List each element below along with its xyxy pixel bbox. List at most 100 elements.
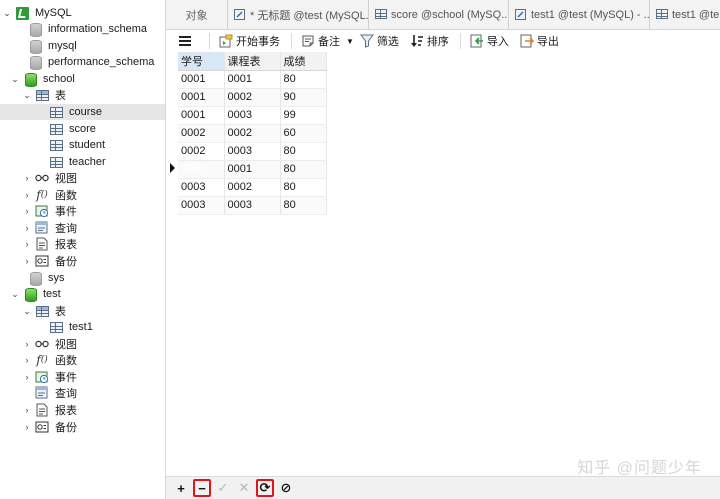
table-cell[interactable]: 0001 — [178, 70, 225, 89]
tree-node-school-views[interactable]: › 视图 — [22, 170, 78, 186]
menu-button[interactable] — [178, 34, 195, 48]
tree-node-mysql-connection[interactable]: ⌄ MySQL — [2, 5, 72, 21]
tree-node-teacher[interactable]: teacher — [49, 154, 106, 170]
begin-transaction-button[interactable]: 开始事务 — [219, 33, 280, 49]
chevron-right-icon[interactable]: › — [22, 170, 32, 186]
tree-node-school-reports[interactable]: › 报表 — [22, 236, 77, 252]
tree-node-test-backups[interactable]: › 备份 — [22, 419, 77, 435]
table-cell[interactable]: 80 — [280, 160, 327, 179]
toolbar-label: 导入 — [486, 36, 509, 48]
export-button[interactable]: 导出 — [520, 33, 559, 49]
table-row[interactable]: 0003 0003 80 — [178, 196, 327, 215]
table-cell[interactable]: 0002 — [178, 142, 225, 161]
table-cell[interactable]: 0002 — [224, 178, 281, 197]
tree-node-school-tables[interactable]: ⌄ 表 — [22, 87, 66, 103]
tree-node-sys[interactable]: sys — [15, 270, 65, 286]
apply-changes-button[interactable]: ✓ — [214, 479, 232, 497]
chevron-down-icon[interactable]: ⌄ — [22, 303, 32, 319]
chevron-right-icon[interactable]: › — [22, 352, 32, 368]
table-row[interactable]: 0001 0003 99 — [178, 106, 327, 125]
add-record-button[interactable]: + — [172, 479, 190, 497]
table-cell[interactable]: 0002 — [178, 124, 225, 143]
tree-node-information-schema[interactable]: information_schema — [15, 21, 147, 37]
table-row[interactable]: 0001 0002 90 — [178, 88, 327, 107]
table-cell[interactable]: 0003 — [178, 196, 225, 215]
chevron-down-icon[interactable]: ⌄ — [2, 5, 12, 21]
table-cell[interactable]: 0003 — [224, 196, 281, 215]
sort-button[interactable]: 排序 — [410, 33, 449, 49]
refresh-button[interactable]: ⟳ — [256, 479, 274, 497]
tree-node-test-views[interactable]: › 视图 — [22, 336, 78, 352]
stop-button[interactable]: ⊘ — [277, 479, 295, 497]
table-cell[interactable]: 0001 — [224, 160, 281, 179]
tree-node-performance-schema[interactable]: performance_schema — [15, 54, 154, 70]
table-cell[interactable]: 0003 — [224, 106, 281, 125]
table-cell[interactable]: 0001 — [178, 88, 225, 107]
tree-node-score[interactable]: score — [49, 121, 96, 137]
chevron-right-icon[interactable]: › — [22, 203, 32, 219]
table-row[interactable]: 0001 0001 80 — [178, 70, 327, 89]
table-cell-active[interactable]: 0003 — [178, 160, 225, 179]
chevron-right-icon[interactable]: › — [22, 402, 32, 418]
tree-node-school[interactable]: ⌄ school — [10, 71, 75, 87]
table-cell[interactable]: 80 — [280, 178, 327, 197]
tab-objects[interactable]: 对象 — [166, 0, 228, 29]
chevron-right-icon[interactable]: › — [22, 369, 32, 385]
column-header-score[interactable]: 成绩 — [280, 52, 327, 71]
table-row-selected[interactable]: 0003 0001 80 — [178, 160, 327, 179]
column-header-student-id[interactable]: 学号 — [178, 52, 225, 71]
table-cell[interactable]: 0003 — [224, 142, 281, 161]
table-cell[interactable]: 90 — [280, 88, 327, 107]
chevron-right-icon[interactable]: › — [22, 253, 32, 269]
table-row[interactable]: 0002 0002 60 — [178, 124, 327, 143]
tree-node-label: course — [69, 106, 103, 118]
tree-node-test-functions[interactable]: › f() 函数 — [22, 352, 78, 368]
tree-node-test-tables[interactable]: ⌄ 表 — [22, 303, 66, 319]
tree-node-mysql-db[interactable]: mysql — [15, 38, 77, 54]
chevron-down-icon[interactable]: ⌄ — [10, 71, 20, 87]
tree-node-school-events[interactable]: › 事件 — [22, 203, 77, 219]
chevron-down-icon[interactable]: ⌄ — [22, 87, 32, 103]
delete-record-button[interactable]: − — [193, 479, 211, 497]
tree-node-student[interactable]: student — [49, 137, 105, 153]
table-cell[interactable]: 0003 — [178, 178, 225, 197]
tree-node-course[interactable]: course — [0, 104, 165, 120]
filter-button[interactable]: 筛选 — [359, 33, 399, 49]
chevron-down-icon[interactable]: ⌄ — [10, 286, 20, 302]
data-toolbar: 开始事务 备注 ▼ 筛选 排序 导入 导出 — [166, 30, 720, 52]
table-cell[interactable]: 80 — [280, 142, 327, 161]
table-cell[interactable]: 0002 — [224, 124, 281, 143]
tree-node-test-queries[interactable]: 查询 — [35, 385, 77, 401]
tab-untitled-query[interactable]: * 无标题 @test (MySQL... — [228, 0, 369, 29]
tree-node-test-events[interactable]: › 事件 — [22, 369, 77, 385]
tree-node-test1[interactable]: test1 — [49, 319, 93, 335]
chevron-right-icon[interactable]: › — [22, 220, 32, 236]
memo-dropdown[interactable]: ▼ — [346, 37, 354, 46]
table-cell[interactable]: 80 — [280, 196, 327, 215]
import-button[interactable]: 导入 — [470, 33, 509, 49]
table-cell[interactable]: 0001 — [224, 70, 281, 89]
chevron-right-icon[interactable]: › — [22, 336, 32, 352]
tree-node-school-functions[interactable]: › f() 函数 — [22, 187, 78, 203]
column-header-course[interactable]: 课程表 — [224, 52, 281, 71]
tree-node-label: 备份 — [55, 422, 77, 434]
memo-button[interactable]: 备注 — [301, 33, 340, 49]
table-cell[interactable]: 60 — [280, 124, 327, 143]
table-row[interactable]: 0003 0002 80 — [178, 178, 327, 197]
tab-test1-query[interactable]: test1 @test (MySQL) - ... — [509, 0, 650, 29]
tree-node-school-backups[interactable]: › 备份 — [22, 253, 77, 269]
tab-test1-table[interactable]: test1 @te — [650, 0, 720, 29]
chevron-right-icon[interactable]: › — [22, 187, 32, 203]
tree-node-test[interactable]: ⌄ test — [10, 286, 61, 302]
discard-changes-button[interactable]: ✕ — [235, 479, 253, 497]
chevron-right-icon[interactable]: › — [22, 419, 32, 435]
tab-score-table[interactable]: score @school (MySQ... — [369, 0, 509, 29]
table-cell[interactable]: 80 — [280, 70, 327, 89]
tree-node-test-reports[interactable]: › 报表 — [22, 402, 77, 418]
table-cell[interactable]: 0001 — [178, 106, 225, 125]
table-row[interactable]: 0002 0003 80 — [178, 142, 327, 161]
table-cell[interactable]: 0002 — [224, 88, 281, 107]
tree-node-school-queries[interactable]: › 查询 — [22, 220, 77, 236]
table-cell[interactable]: 99 — [280, 106, 327, 125]
chevron-right-icon[interactable]: › — [22, 236, 32, 252]
